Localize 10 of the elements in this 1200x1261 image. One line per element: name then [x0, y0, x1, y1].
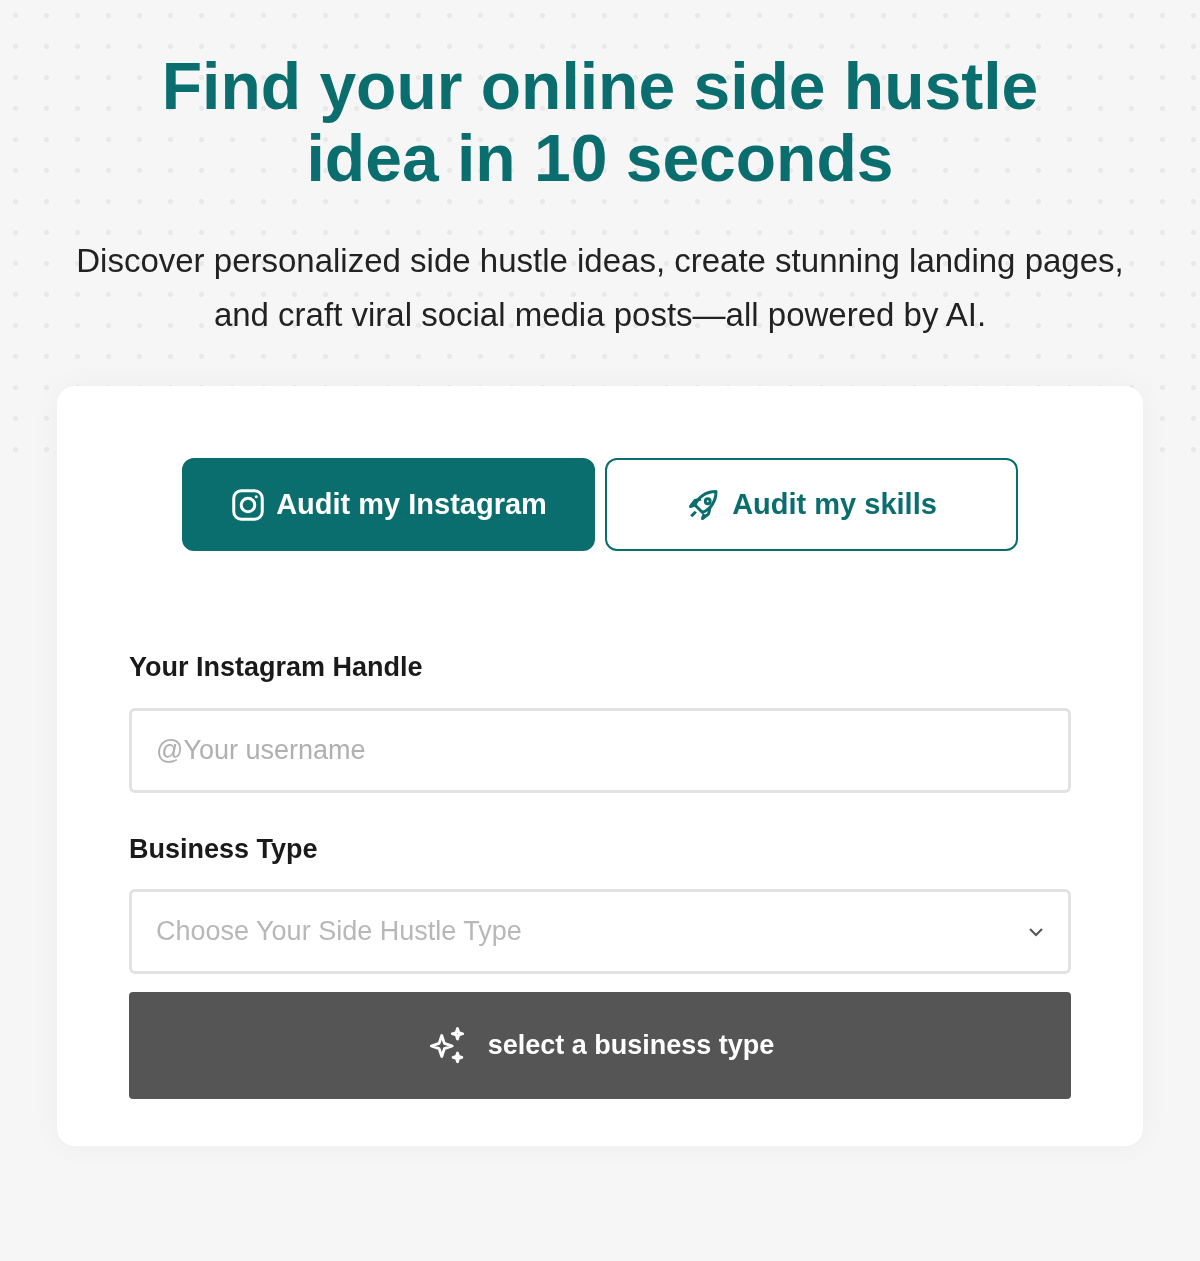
chevron-down-icon	[1028, 926, 1044, 937]
page-subtitle: Discover personalized side hustle ideas, create stunning landing pages, and craft viral social media posts—all powered by AI.	[75, 241, 1125, 335]
tab[interactable]: Audit my skills	[605, 458, 1018, 551]
field-label: Your Instagram Handle	[129, 651, 424, 684]
field-label: Business Type	[129, 832, 319, 866]
instagram-handle-input[interactable]: @Your username	[129, 707, 1071, 793]
tab[interactable]: Audit my Instagram	[182, 458, 595, 551]
submit-button[interactable]: select a business type	[129, 992, 1071, 1099]
page-title: Find your online side hustle idea in 10 seconds	[161, 50, 1039, 194]
instagram-icon	[230, 486, 267, 523]
